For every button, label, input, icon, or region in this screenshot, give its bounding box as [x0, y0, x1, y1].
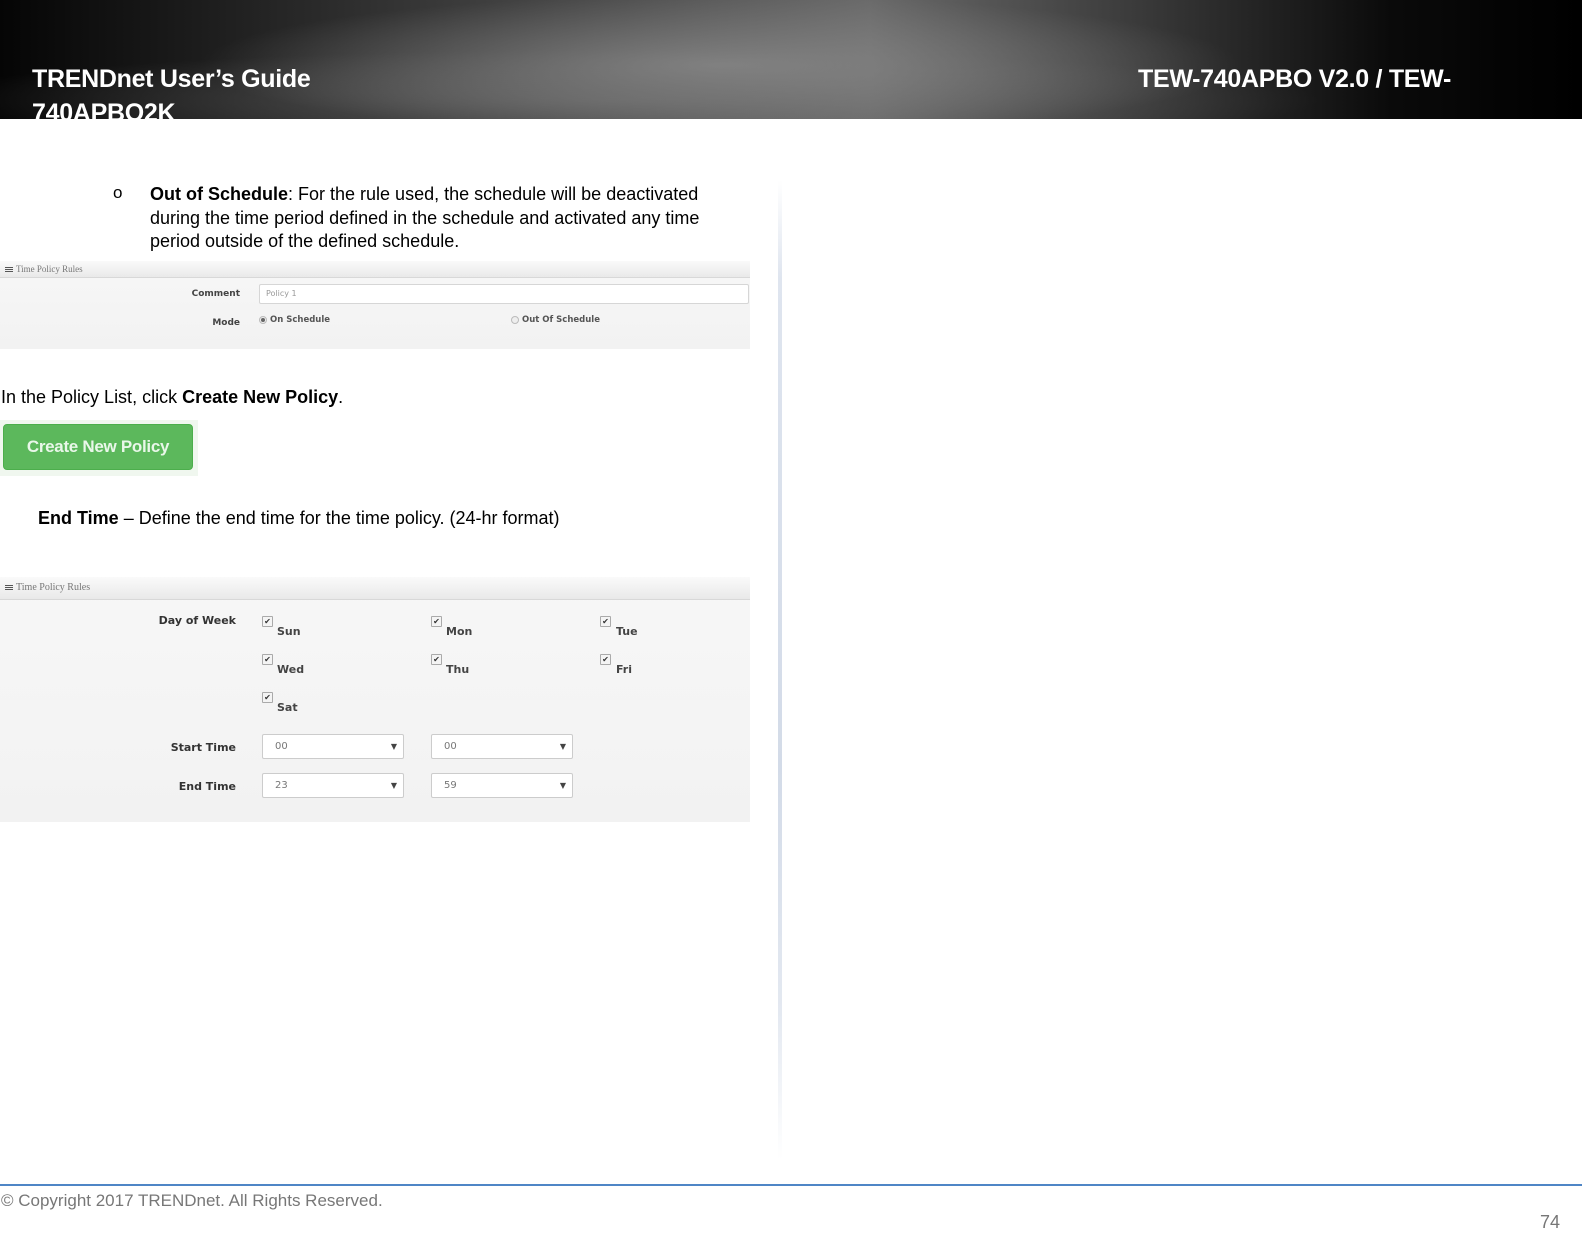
start-hour-value: 00: [275, 741, 288, 752]
column-divider: [778, 180, 782, 1160]
table-icon: [5, 584, 13, 591]
end-time-label: End Time: [178, 780, 236, 793]
checkbox-thu-label: Thu: [446, 663, 470, 676]
page-header-banner: TRENDnet User’s Guide 740APBO2K TEW-740A…: [0, 0, 1582, 119]
dropdown-arrow-icon: ▼: [390, 781, 397, 790]
checkbox-sun[interactable]: ✔: [262, 616, 273, 627]
comment-label: Comment: [191, 289, 240, 299]
instruction-suffix: .: [338, 387, 344, 407]
panel-header: Time Policy Rules: [0, 577, 750, 600]
checkbox-fri-label: Fri: [616, 663, 633, 676]
checkbox-mon[interactable]: ✔: [431, 616, 442, 627]
dropdown-arrow-icon: ▼: [559, 742, 566, 751]
table-icon: [5, 266, 13, 273]
footer-rule: [0, 1184, 1582, 1186]
checkbox-tue-label: Tue: [616, 625, 638, 638]
mode-label: Mode: [212, 318, 240, 328]
end-time-term: End Time: [38, 508, 119, 528]
panel-title: Time Policy Rules: [16, 582, 91, 593]
checkbox-thu[interactable]: ✔: [431, 654, 442, 665]
start-hour-select[interactable]: 00 ▼: [262, 734, 404, 759]
time-policy-rules-days-screenshot: Time Policy Rules Day of Week ✔ Sun ✔ Mo…: [0, 577, 750, 822]
checkbox-sun-label: Sun: [277, 625, 301, 638]
guide-title-text: TRENDnet User’s Guide: [32, 65, 311, 93]
end-time-description: End Time – Define the end time for the t…: [38, 506, 560, 530]
dropdown-arrow-icon: ▼: [390, 742, 397, 751]
create-new-policy-screenshot: Create New Policy: [0, 420, 198, 476]
radio-out-of-schedule-label: Out Of Schedule: [522, 315, 600, 325]
checkbox-wed-label: Wed: [277, 663, 305, 676]
instruction-prefix: In the Policy List, click: [1, 387, 183, 407]
checkbox-wed[interactable]: ✔: [262, 654, 273, 665]
panel-header: Time Policy Rules: [0, 261, 750, 278]
dropdown-arrow-icon: ▼: [559, 781, 566, 790]
bullet-text: Out of Schedule: For the rule used, the …: [150, 183, 750, 254]
guide-title: TRENDnet User’s Guide 740APBO2K: [32, 62, 1132, 119]
radio-out-of-schedule[interactable]: [511, 316, 519, 324]
radio-on-schedule[interactable]: [259, 316, 267, 324]
end-hour-select[interactable]: 23 ▼: [262, 773, 404, 798]
checkbox-sat-label: Sat: [277, 701, 298, 714]
panel-title: Time Policy Rules: [16, 264, 83, 274]
create-new-policy-button[interactable]: Create New Policy: [3, 424, 193, 470]
model-wrap-text: 740APBO2K: [32, 99, 176, 119]
checkbox-mon-label: Mon: [446, 625, 473, 638]
day-of-week-label: Day of Week: [158, 614, 236, 627]
end-minute-select[interactable]: 59 ▼: [431, 773, 573, 798]
comment-input[interactable]: Policy 1: [259, 284, 749, 304]
copyright-text: © Copyright 2017 TRENDnet. All Rights Re…: [1, 1191, 383, 1210]
time-policy-rules-mode-screenshot: Time Policy Rules Comment Policy 1 Mode …: [0, 261, 750, 349]
end-minute-value: 59: [444, 780, 457, 791]
instruction-text: In the Policy List, click Create New Pol…: [1, 385, 343, 409]
model-name: TEW-740APBO V2.0 / TEW-: [1138, 65, 1451, 93]
start-time-label: Start Time: [170, 741, 236, 754]
checkbox-tue[interactable]: ✔: [600, 616, 611, 627]
bullet-marker: o: [113, 183, 123, 202]
page-number: 74: [1540, 1212, 1561, 1232]
radio-on-schedule-label: On Schedule: [270, 315, 331, 325]
start-minute-value: 00: [444, 741, 457, 752]
end-hour-value: 23: [275, 780, 288, 791]
checkbox-sat[interactable]: ✔: [262, 692, 273, 703]
bullet-term: Out of Schedule: [150, 184, 289, 204]
end-time-text: – Define the end time for the time polic…: [118, 508, 560, 528]
checkbox-fri[interactable]: ✔: [600, 654, 611, 665]
instruction-bold: Create New Policy: [182, 387, 339, 407]
start-minute-select[interactable]: 00 ▼: [431, 734, 573, 759]
